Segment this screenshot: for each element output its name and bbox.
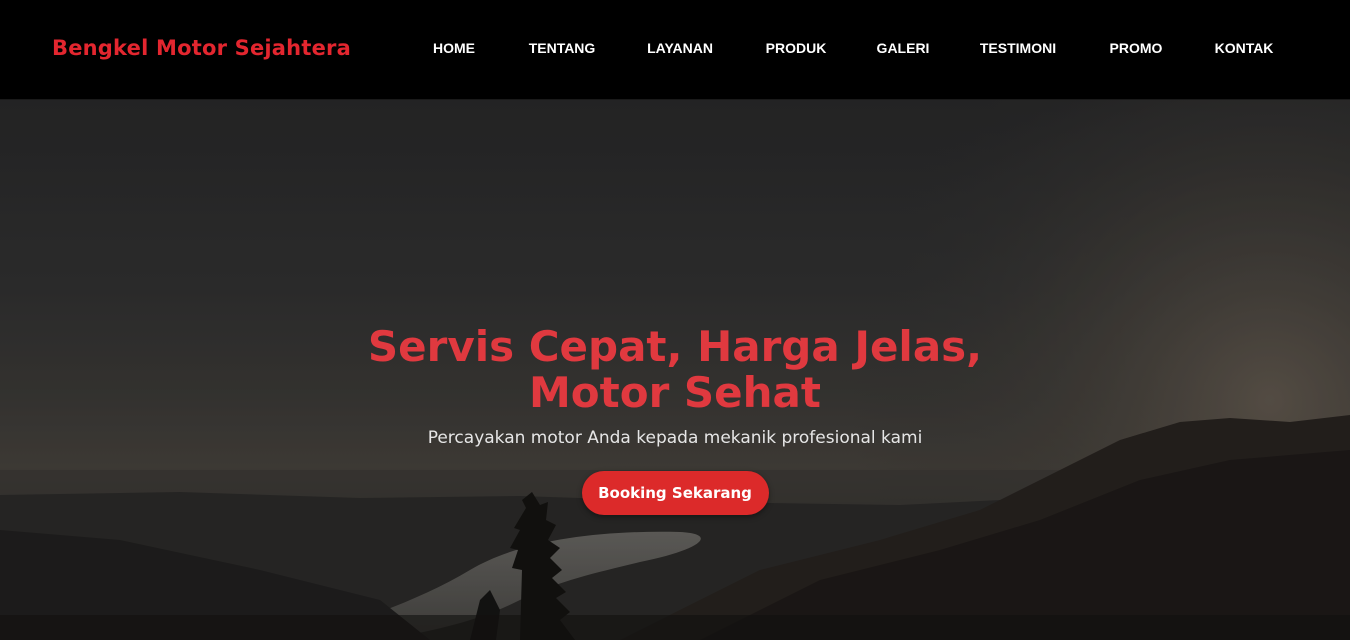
nav-link-kontak[interactable]: KONTAK [1215,40,1274,56]
hero-subtitle: Percayakan motor Anda kepada mekanik pro… [427,428,923,448]
navbar: Bengkel Motor Sejahtera HOME TENTANG LAY… [0,0,1350,100]
nav-link-produk[interactable]: PRODUK [766,40,827,56]
nav-link-promo[interactable]: PROMO [1110,40,1163,56]
nav-link-tentang[interactable]: TENTANG [529,40,596,56]
hero-content: Servis Cepat, Harga Jelas, Motor Sehat P… [0,324,1350,515]
main-nav: HOME TENTANG LAYANAN PRODUK GALERI TESTI… [0,40,1350,60]
hero-section: Servis Cepat, Harga Jelas, Motor Sehat P… [0,100,1350,640]
hero-title: Servis Cepat, Harga Jelas, Motor Sehat [367,322,983,417]
booking-button[interactable]: Booking Sekarang [581,471,769,515]
nav-link-testimoni[interactable]: TESTIMONI [980,40,1056,56]
nav-link-home[interactable]: HOME [433,40,475,56]
nav-link-layanan[interactable]: LAYANAN [647,40,713,56]
nav-link-galeri[interactable]: GALERI [877,40,930,56]
